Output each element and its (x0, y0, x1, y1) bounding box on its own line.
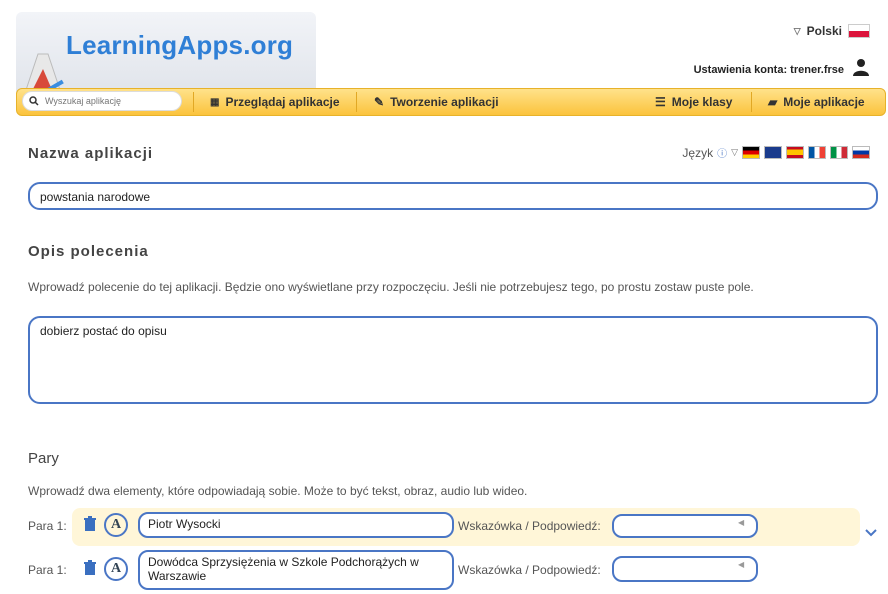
language-label: Polski (806, 24, 842, 38)
uk-flag-icon[interactable] (764, 146, 782, 159)
search-input[interactable] (43, 95, 167, 107)
hint-label: Wskazówka / Podpowiedź: (458, 563, 601, 577)
pair-input[interactable]: Piotr Wysocki (138, 512, 454, 538)
nav-create-label: Tworzenie aplikacji (390, 95, 499, 109)
nav-my-classes[interactable]: ☰ Moje klasy (655, 95, 732, 109)
trash-icon[interactable] (82, 560, 98, 576)
language-selector[interactable]: ▽ Polski (794, 24, 870, 38)
france-flag-icon[interactable] (808, 146, 826, 159)
text-format-button[interactable]: A (104, 513, 128, 537)
task-title: Opis polecenia (28, 243, 149, 260)
trash-icon[interactable] (82, 516, 98, 532)
germany-flag-icon[interactable] (742, 146, 760, 159)
triangle-down-icon: ▽ (793, 25, 801, 36)
spain-flag-icon[interactable] (786, 146, 804, 159)
folder-icon: ▰ (768, 95, 778, 109)
nav-browse-apps[interactable]: ▦ Przeglądaj aplikacje (210, 95, 340, 109)
language-row: Język ⓘ ▽ (682, 145, 870, 160)
hint-input[interactable] (612, 514, 758, 538)
pencil-icon: ✎ (374, 95, 385, 109)
nav-divider (751, 92, 752, 112)
nav-divider (356, 92, 357, 112)
list-icon: ☰ (655, 95, 666, 109)
pair-label: Para 1: (28, 519, 67, 533)
search-icon (29, 96, 39, 106)
grid-icon: ▦ (210, 96, 220, 108)
nav-divider (193, 92, 194, 112)
user-icon[interactable] (852, 58, 870, 76)
nav-browse-label: Przeglądaj aplikacje (225, 95, 340, 109)
chevron-down-icon[interactable] (864, 528, 878, 538)
pair-label: Para 1: (28, 563, 67, 577)
pair-input[interactable]: Dowódca Sprzysiężenia w Szkole Podchorąż… (138, 550, 454, 590)
resize-handle-icon: ◀ (738, 560, 745, 569)
task-description: Wprowadź polecenie do tej aplikacji. Będ… (28, 280, 754, 294)
pairs-description: Wprowadź dwa elementy, które odpowiadają… (28, 484, 528, 498)
text-format-button[interactable]: A (104, 557, 128, 581)
nav-my-apps[interactable]: ▰ Moje aplikacje (768, 95, 865, 109)
app-name-title: Nazwa aplikacji (28, 145, 154, 162)
italy-flag-icon[interactable] (830, 146, 848, 159)
hint-label: Wskazówka / Podpowiedź: (458, 519, 601, 533)
resize-handle-icon: ◀ (738, 518, 745, 527)
poland-flag-icon (848, 24, 870, 38)
help-icon[interactable]: ⓘ (717, 145, 727, 160)
task-input[interactable]: dobierz postać do opisu (28, 316, 878, 404)
nav-create-app[interactable]: ✎ Tworzenie aplikacji (374, 95, 499, 109)
language-label: Język (682, 145, 714, 160)
hint-input[interactable] (612, 556, 758, 582)
nav-my-apps-label: Moje aplikacje (783, 95, 865, 109)
nav-classes-label: Moje klasy (671, 95, 733, 109)
triangle-down-icon[interactable]: ▽ (731, 147, 738, 158)
app-name-input[interactable]: powstania narodowe (28, 182, 878, 210)
search-box[interactable] (22, 91, 182, 111)
logo-text[interactable]: LearningApps.org (66, 30, 293, 61)
russia-flag-icon[interactable] (852, 146, 870, 159)
pairs-title: Pary (28, 450, 59, 467)
account-settings-link[interactable]: Ustawienia konta: trener.frse (694, 64, 844, 76)
